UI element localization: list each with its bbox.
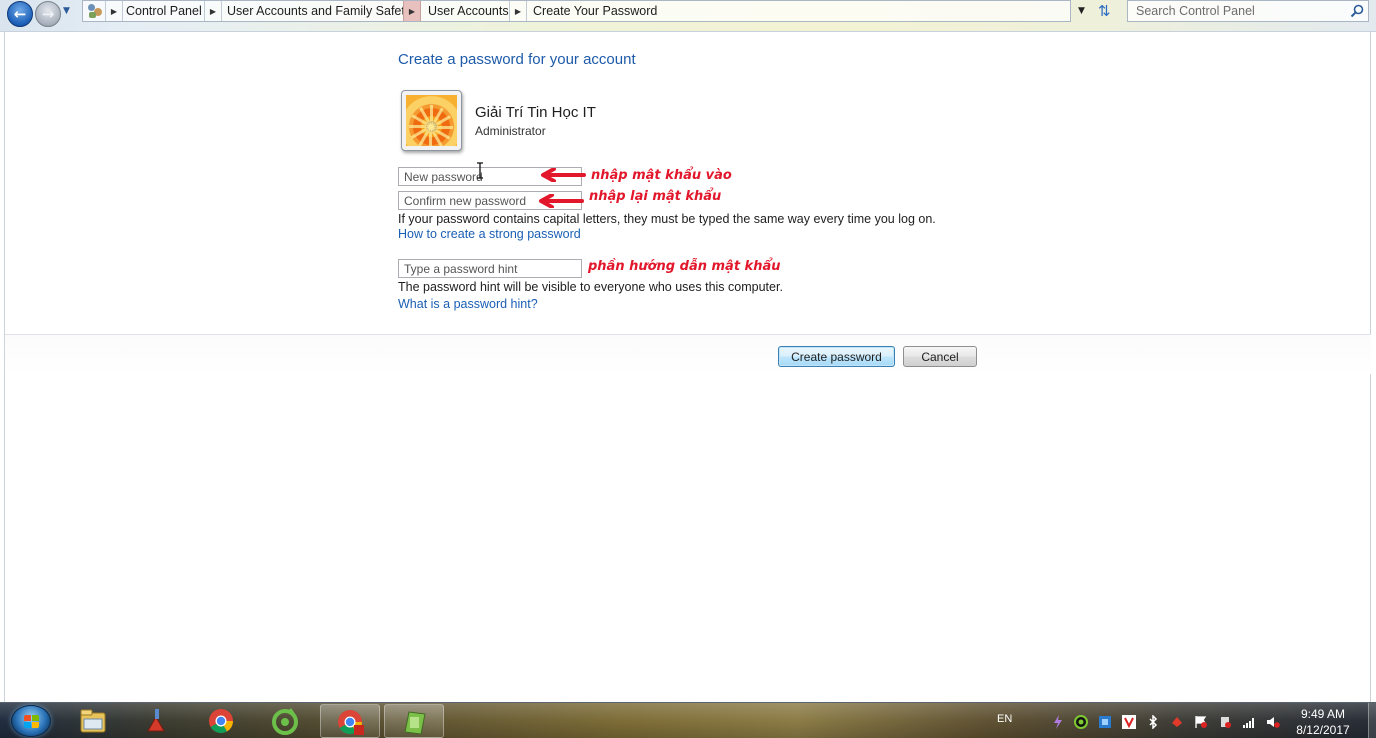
user-avatar bbox=[401, 90, 462, 151]
text-cursor-icon bbox=[477, 162, 483, 179]
bluetooth-icon[interactable] bbox=[1146, 715, 1160, 729]
taskbar-coc-coc[interactable] bbox=[256, 704, 316, 738]
button-strip bbox=[5, 334, 1371, 374]
password-hint-field[interactable] bbox=[398, 259, 582, 278]
user-name: Giải Trí Tin Học IT bbox=[475, 104, 596, 121]
breadcrumb-separator[interactable]: ▶ bbox=[204, 1, 222, 21]
chrome-icon bbox=[209, 709, 233, 734]
taskbar-chrome[interactable] bbox=[192, 704, 252, 738]
lightning-icon[interactable] bbox=[1051, 715, 1065, 729]
antivirus-icon[interactable] bbox=[1170, 715, 1184, 729]
refresh-icon[interactable]: ⇅ bbox=[1098, 3, 1116, 19]
safely-remove-hardware-icon[interactable] bbox=[1218, 715, 1232, 729]
signal-strength-icon[interactable] bbox=[1242, 715, 1256, 729]
breadcrumb-item-user-accounts-family-safety[interactable]: User Accounts and Family Safety bbox=[227, 3, 411, 19]
control-panel-icon bbox=[87, 3, 103, 19]
cancel-button[interactable]: Cancel bbox=[903, 346, 977, 367]
password-hint-link[interactable]: What is a password hint? bbox=[398, 297, 538, 311]
control-panel-icon bbox=[404, 711, 426, 735]
taskbar-control-panel[interactable] bbox=[384, 704, 444, 738]
volume-muted-icon[interactable] bbox=[1266, 715, 1280, 729]
v-app-icon[interactable] bbox=[1122, 715, 1136, 729]
create-password-button[interactable]: Create password bbox=[778, 346, 895, 367]
coc-coc-icon bbox=[272, 708, 298, 735]
taskbar-chrome-alt[interactable] bbox=[320, 704, 380, 738]
recent-pages-dropdown[interactable]: ▼ bbox=[63, 6, 75, 20]
chevron-down-icon: ▼ bbox=[63, 6, 70, 16]
strong-password-link[interactable]: How to create a strong password bbox=[398, 227, 581, 241]
annotation-new-password: nhập mật khẩu vào bbox=[591, 168, 732, 183]
taskbar: EN 9:49 AM 8/12/2017 bbox=[0, 702, 1376, 738]
system-clock[interactable]: 9:49 AM 8/12/2017 bbox=[1290, 706, 1356, 738]
forward-arrow-icon: → bbox=[41, 5, 55, 23]
annotation-hint: phần hướng dẫn mật khẩu bbox=[588, 259, 781, 274]
page-title: Create a password for your account bbox=[398, 51, 636, 68]
language-indicator[interactable]: EN bbox=[997, 713, 1012, 725]
taskbar-ccleaner[interactable] bbox=[128, 704, 188, 738]
back-button[interactable]: ← bbox=[7, 1, 33, 27]
address-bar: ← → ▼ ▶ Control Panel ▶ User Accounts an… bbox=[0, 0, 1376, 32]
search-box[interactable] bbox=[1127, 0, 1369, 22]
green-circle-icon[interactable] bbox=[1074, 715, 1088, 729]
breadcrumb-separator[interactable]: ▶ bbox=[509, 1, 527, 21]
breadcrumb-separator[interactable]: ▶ bbox=[105, 1, 123, 21]
breadcrumb[interactable]: ▶ Control Panel ▶ User Accounts and Fami… bbox=[82, 0, 1071, 22]
breadcrumb-item-user-accounts[interactable]: User Accounts bbox=[428, 3, 509, 19]
red-arrow-icon bbox=[541, 168, 586, 182]
ccleaner-icon bbox=[147, 709, 165, 732]
flower-picture-icon bbox=[406, 95, 457, 146]
red-arrow-icon bbox=[539, 194, 584, 208]
network-manager-icon[interactable] bbox=[1098, 715, 1112, 729]
hint-note: The password hint will be visible to eve… bbox=[398, 280, 783, 294]
capital-letters-note: If your password contains capital letter… bbox=[398, 212, 936, 226]
start-button[interactable] bbox=[11, 705, 51, 737]
folder-icon bbox=[80, 709, 106, 733]
search-icon[interactable] bbox=[1350, 4, 1364, 18]
address-dropdown-icon[interactable]: ▼ bbox=[1078, 6, 1085, 16]
show-desktop-button[interactable] bbox=[1368, 703, 1376, 738]
annotation-confirm-password: nhập lại mật khẩu bbox=[589, 189, 722, 204]
back-arrow-icon: ← bbox=[13, 5, 27, 23]
clock-date: 8/12/2017 bbox=[1296, 723, 1350, 737]
windows-logo-icon bbox=[24, 715, 39, 728]
breadcrumb-item-create-your-password[interactable]: Create Your Password bbox=[533, 3, 657, 19]
breadcrumb-separator[interactable]: ▶ bbox=[403, 1, 421, 21]
clock-time: 9:49 AM bbox=[1300, 707, 1346, 721]
chrome-icon bbox=[338, 710, 364, 735]
forward-button[interactable]: → bbox=[35, 1, 61, 27]
search-input[interactable] bbox=[1128, 1, 1346, 21]
flag-icon[interactable] bbox=[1194, 715, 1208, 729]
breadcrumb-item-control-panel[interactable]: Control Panel bbox=[126, 3, 202, 19]
user-role: Administrator bbox=[475, 124, 546, 138]
taskbar-windows-explorer[interactable] bbox=[64, 704, 124, 738]
